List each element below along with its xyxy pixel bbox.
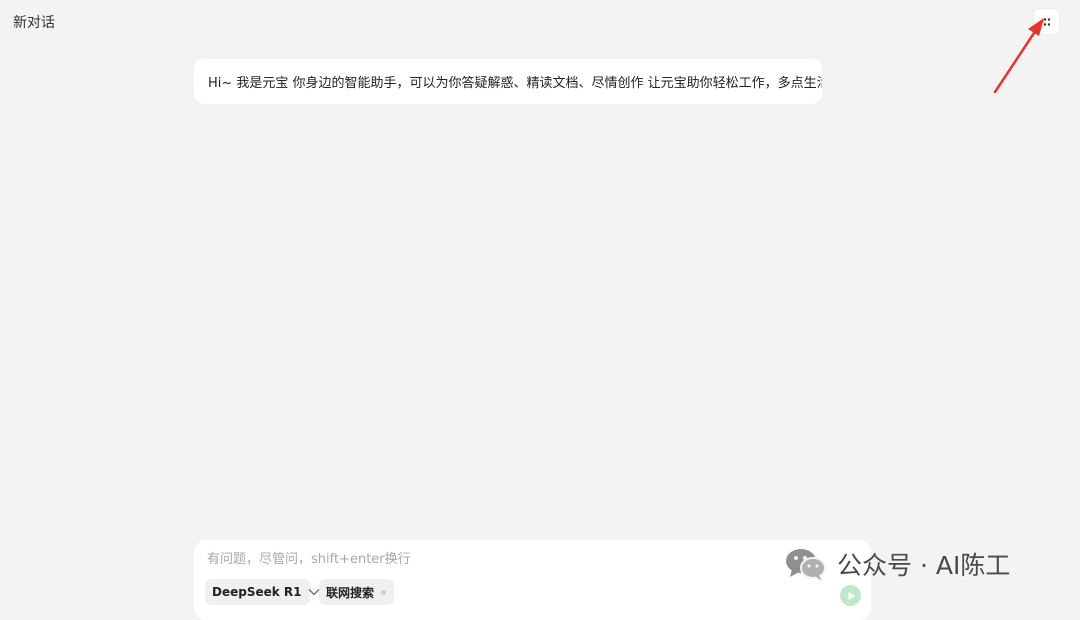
chat-composer: DeepSeek R1 联网搜索 — [194, 540, 871, 620]
wechat-icon — [785, 546, 827, 582]
send-icon — [848, 591, 855, 600]
message-input[interactable] — [207, 549, 767, 569]
model-label: DeepSeek R1 — [212, 585, 302, 599]
web-search-label: 联网搜索 — [326, 585, 375, 600]
model-select[interactable]: DeepSeek R1 — [205, 579, 319, 605]
page-title: 新对话 — [13, 15, 55, 31]
toggle-status-dot — [381, 589, 387, 595]
web-search-toggle[interactable]: 联网搜索 — [319, 579, 394, 605]
more-options-button[interactable] — [1034, 9, 1059, 34]
chevron-down-icon — [308, 588, 320, 596]
greeting-message: Hi~ 我是元宝 你身边的智能助手，可以为你答疑解惑、精读文档、尽情创作 让元宝… — [194, 59, 822, 104]
greeting-text: Hi~ 我是元宝 你身边的智能助手，可以为你答疑解惑、精读文档、尽情创作 让元宝… — [208, 76, 822, 91]
watermark-text: 公众号 · AI陈工 — [837, 551, 1011, 580]
dots-grid-icon — [1043, 17, 1050, 26]
watermark: 公众号 · AI陈工 — [785, 546, 1010, 582]
send-button[interactable] — [840, 585, 861, 606]
